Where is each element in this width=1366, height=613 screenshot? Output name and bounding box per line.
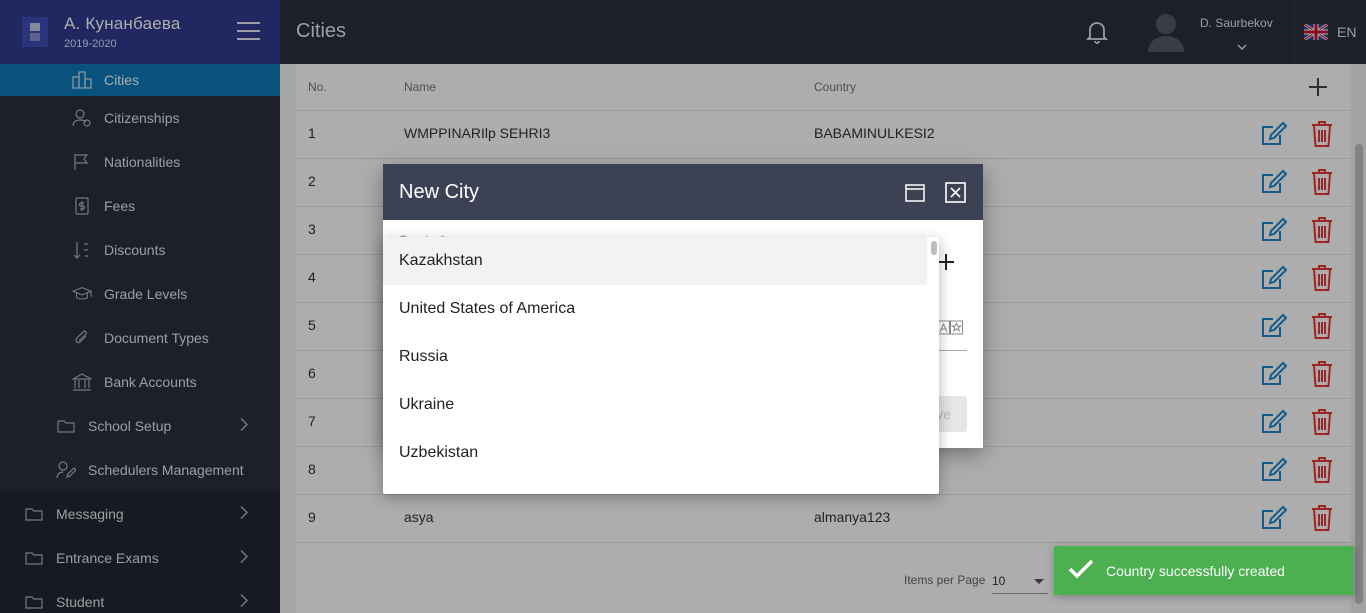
country-option[interactable]: Russia [383,333,927,381]
translate-icon[interactable] [937,320,963,339]
maximize-icon[interactable] [905,184,925,205]
add-country-button[interactable] [937,250,955,274]
checkmark-icon [1068,559,1094,582]
close-icon[interactable] [945,182,966,206]
dialog-title: New City [399,181,480,203]
country-option[interactable]: Uzbekistan [383,429,927,477]
toast-message: Country successfully created [1106,562,1285,579]
country-option[interactable]: Ukraine [383,381,927,429]
success-toast: Country successfully created [1054,546,1354,595]
dropdown-scrollbar[interactable] [931,241,937,255]
country-option[interactable]: United States of America [383,285,927,333]
country-dropdown: Kazakhstan United States of America Russia… [383,237,939,494]
dialog-header: New City [383,164,983,220]
country-option[interactable]: Kazakhstan [383,237,927,285]
